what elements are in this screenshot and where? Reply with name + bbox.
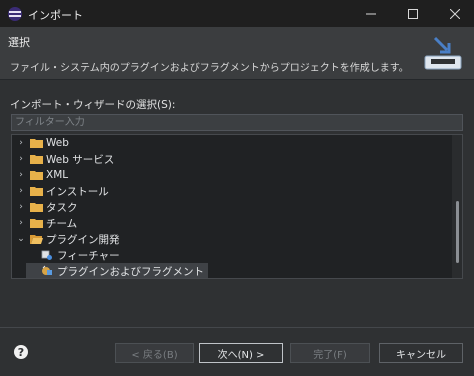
tree-item-label: XML	[46, 169, 69, 181]
tree-item-label: インストール	[46, 185, 109, 198]
tree-item-label: タスク	[46, 201, 78, 214]
help-icon[interactable]: ?	[14, 345, 28, 359]
cancel-button[interactable]: キャンセル	[379, 343, 463, 363]
close-button[interactable]	[438, 0, 472, 27]
banner-description: ファイル・システム内のプラグインおよびフラグメントからプロジェクトを作成します。	[10, 63, 409, 74]
tree-item-team[interactable]: › チーム	[12, 215, 77, 231]
tree-item-web[interactable]: › Web	[12, 135, 69, 151]
maximize-button[interactable]	[396, 0, 430, 27]
tree-item-feature[interactable]: フィーチャー	[26, 247, 120, 263]
minimize-icon	[366, 13, 376, 14]
plugin-icon	[40, 265, 54, 277]
chevron-right-icon[interactable]: ›	[16, 151, 26, 167]
tree-item-label: プラグイン開発	[46, 233, 120, 246]
tree-item-install[interactable]: › インストール	[12, 183, 109, 199]
close-icon	[450, 8, 460, 19]
feature-icon	[40, 249, 54, 261]
tree-item-web-services[interactable]: › Web サービス	[12, 151, 114, 167]
tree-item-xml[interactable]: › XML	[12, 167, 68, 183]
chevron-right-icon[interactable]: ›	[16, 135, 26, 151]
wizard-banner: 選択 ファイル・システム内のプラグインおよびフラグメントからプロジェクトを作成し…	[0, 27, 474, 79]
import-wizard-icon	[424, 36, 462, 70]
banner-separator	[0, 79, 474, 80]
folder-icon	[29, 201, 43, 213]
tree-item-task[interactable]: › タスク	[12, 199, 78, 215]
tree-item-label: Web サービス	[46, 153, 115, 166]
folder-icon	[29, 169, 43, 181]
folder-icon	[29, 217, 43, 229]
back-button[interactable]: < 戻る(B)	[115, 343, 194, 363]
chevron-right-icon[interactable]: ›	[16, 183, 26, 199]
title-bar: インポート	[0, 0, 474, 27]
folder-open-icon	[29, 233, 43, 245]
next-button[interactable]: 次へ(N) >	[199, 343, 283, 363]
tree-scrollbar[interactable]	[452, 135, 462, 278]
folder-icon	[29, 185, 43, 197]
tree-item-label: チーム	[46, 217, 78, 230]
tree-item-plugins-fragments[interactable]: プラグインおよびフラグメント	[26, 263, 208, 278]
chevron-right-icon[interactable]: ›	[16, 167, 26, 183]
scrollbar-thumb[interactable]	[456, 201, 459, 263]
tree-item-label: Web	[46, 137, 69, 149]
tree-item-plugin-development[interactable]: ⌄ プラグイン開発	[12, 231, 120, 247]
eclipse-app-icon	[8, 7, 22, 21]
tree-item-label: プラグインおよびフラグメント	[57, 265, 204, 278]
filter-input[interactable]	[11, 114, 463, 131]
chevron-down-icon[interactable]: ⌄	[16, 231, 26, 247]
window-title: インポート	[28, 9, 83, 22]
maximize-icon	[408, 8, 418, 19]
tree-item-label: フィーチャー	[57, 249, 120, 262]
finish-button[interactable]: 完了(F)	[290, 343, 370, 363]
button-bar-separator	[0, 327, 474, 328]
chevron-right-icon[interactable]: ›	[16, 215, 26, 231]
wizard-tree[interactable]: › Web › Web サービス › XML › インストール › タスク ›	[11, 134, 463, 279]
folder-icon	[29, 153, 43, 165]
chevron-right-icon[interactable]: ›	[16, 199, 26, 215]
wizard-select-label: インポート・ウィザードの選択(S):	[10, 99, 176, 111]
folder-icon	[29, 137, 43, 149]
banner-title: 選択	[8, 36, 30, 49]
minimize-button[interactable]	[354, 0, 388, 27]
